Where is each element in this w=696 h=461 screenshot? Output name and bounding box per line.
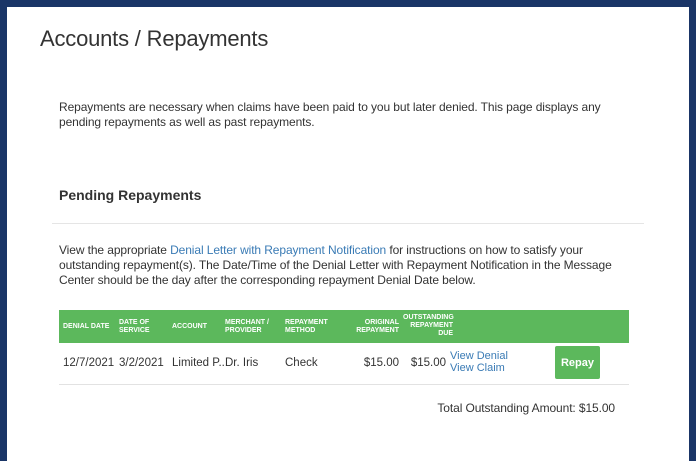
header-outstanding-due: OUTSTANDING REPAYMENT DUE [403,314,454,337]
header-date-of-service: DATE OF SERVICE [119,319,150,334]
cell-original-repayment: $15.00 [363,357,399,369]
view-denial-link[interactable]: View Denial [450,350,508,362]
cell-actions: View Denial View Claim [450,350,508,374]
denial-letter-link[interactable]: Denial Letter with Repayment Notificatio… [170,243,386,257]
repay-button[interactable]: Repay [555,346,600,379]
cell-merchant: Dr. Iris [225,357,259,369]
header-repayment-method: REPAYMENT METHOD [285,319,328,334]
pending-repayments-heading: Pending Repayments [59,187,202,203]
total-outstanding-amount: Total Outstanding Amount: $15.00 [437,401,615,415]
table-row: 12/7/2021 3/2/2021 Limited P... Dr. Iris… [59,343,629,385]
instructions-before: View the appropriate [59,243,171,257]
header-merchant-provider: MERCHANT / PROVIDER [225,319,269,334]
page-title: Accounts / Repayments [40,26,269,51]
intro-text: Repayments are necessary when claims hav… [59,100,601,129]
cell-outstanding-due: $15.00 [410,357,446,369]
cell-date-of-service: 3/2/2021 [119,357,164,369]
header-original-repayment: ORIGINAL REPAYMENT [356,319,399,334]
pending-repayments-table: DENIAL DATE DATE OF SERVICE ACCOUNT MERC… [59,310,629,385]
cell-denial-date: 12/7/2021 [63,357,115,369]
header-account: ACCOUNT [172,323,207,330]
cell-account: Limited P... [172,357,229,369]
section-divider [52,223,644,224]
cell-repayment-method: Check [285,357,318,369]
instructions-text: View the appropriate Denial Letter with … [59,243,639,288]
window-frame: Accounts / Repayments Repayments are nec… [0,0,696,461]
header-denial-date: DENIAL DATE [63,323,110,330]
view-claim-link[interactable]: View Claim [450,362,508,374]
table-header: DENIAL DATE DATE OF SERVICE ACCOUNT MERC… [59,310,629,343]
